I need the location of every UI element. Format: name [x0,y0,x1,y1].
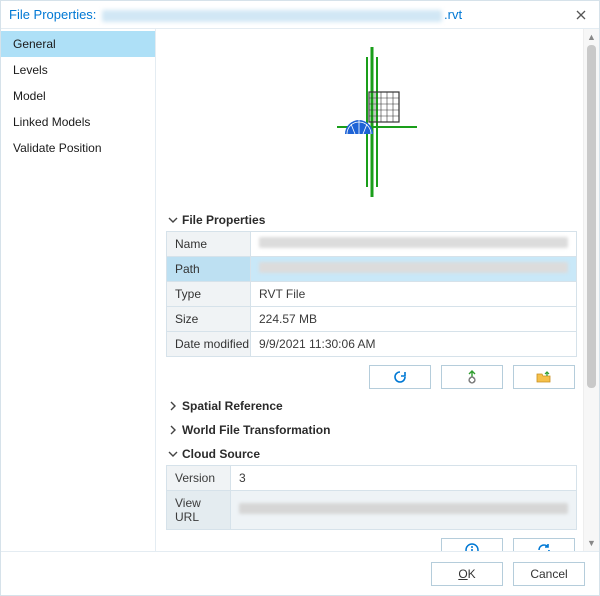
row-date: Date modified 9/9/2021 11:30:06 AM [167,332,577,357]
sidebar-item-label: Linked Models [13,115,90,129]
prop-value-type: RVT File [251,282,577,307]
title-redacted [102,10,442,22]
ok-label: OK [458,567,475,581]
export-button[interactable] [441,365,503,389]
sidebar: General Levels Model Linked Models Valid… [1,29,156,551]
main-panel: File Properties Name Path Type RVT File [156,29,599,551]
vertical-scrollbar[interactable]: ▲ ▼ [583,29,599,551]
info-button[interactable] [441,538,503,551]
chevron-right-icon [168,425,178,435]
sync-icon [536,542,552,551]
scroll-up-arrow[interactable]: ▲ [584,29,599,45]
dialog-title: File Properties: .rvt [9,7,462,22]
titlebar: File Properties: .rvt [1,1,599,29]
file-properties-table: Name Path Type RVT File Size 224.57 MB [166,231,577,357]
section-title: Spatial Reference [182,399,283,413]
chevron-down-icon [168,215,178,225]
open-folder-button[interactable] [513,365,575,389]
preview-thumbnail [307,42,437,202]
row-version: Version 3 [167,466,577,491]
section-file-properties-header[interactable]: File Properties [166,207,577,231]
prop-label: Version [167,466,231,491]
cloud-button-row [166,538,575,551]
scroll-thumb[interactable] [587,45,596,388]
prop-label: Name [167,232,251,257]
file-preview [166,37,577,207]
title-prefix: File Properties: [9,7,100,22]
section-title: File Properties [182,213,265,227]
row-size: Size 224.57 MB [167,307,577,332]
section-world-file-header[interactable]: World File Transformation [166,417,577,441]
prop-label: Date modified [167,332,251,357]
chevron-down-icon [168,449,178,459]
sidebar-item-model[interactable]: Model [1,83,155,109]
sidebar-item-levels[interactable]: Levels [1,57,155,83]
section-cloud-source-header[interactable]: Cloud Source [166,441,577,465]
folder-open-icon [536,369,552,385]
prop-label: Path [167,257,251,282]
refresh-icon [392,369,408,385]
prop-label: Size [167,307,251,332]
section-title: Cloud Source [182,447,260,461]
cancel-button[interactable]: Cancel [513,562,585,586]
dialog-body: General Levels Model Linked Models Valid… [1,29,599,551]
prop-value-view-url [231,491,577,530]
file-properties-dialog: File Properties: .rvt General Levels Mod… [0,0,600,596]
scroll-track[interactable] [584,45,599,535]
export-gear-icon [464,369,480,385]
row-path[interactable]: Path [167,257,577,282]
redacted-text [259,237,568,248]
prop-value-size: 224.57 MB [251,307,577,332]
prop-value-path [251,257,577,282]
info-icon [464,542,480,551]
row-view-url: View URL [167,491,577,530]
file-props-button-row [166,365,575,389]
ok-button[interactable]: OK [431,562,503,586]
chevron-right-icon [168,401,178,411]
prop-label: Type [167,282,251,307]
scroll-down-arrow[interactable]: ▼ [584,535,599,551]
close-button[interactable] [571,5,591,25]
prop-label: View URL [167,491,231,530]
redacted-text [259,262,568,273]
redacted-text [239,503,568,514]
title-suffix: .rvt [444,7,462,22]
sidebar-item-linked-models[interactable]: Linked Models [1,109,155,135]
section-spatial-reference-header[interactable]: Spatial Reference [166,393,577,417]
row-name: Name [167,232,577,257]
sidebar-item-label: Validate Position [13,141,102,155]
section-title: World File Transformation [182,423,330,437]
sidebar-item-label: Model [13,89,46,103]
prop-value-name [251,232,577,257]
cancel-label: Cancel [530,567,567,581]
sidebar-item-general[interactable]: General [1,31,155,57]
dialog-footer: OK Cancel [1,551,599,595]
prop-value-version: 3 [231,466,577,491]
main-content: File Properties Name Path Type RVT File [156,29,583,551]
close-icon [576,10,586,20]
sidebar-item-label: General [13,37,56,51]
sidebar-item-label: Levels [13,63,48,77]
prop-value-date: 9/9/2021 11:30:06 AM [251,332,577,357]
sidebar-item-validate-position[interactable]: Validate Position [1,135,155,161]
cloud-source-table: Version 3 View URL [166,465,577,530]
refresh-button[interactable] [369,365,431,389]
sync-button[interactable] [513,538,575,551]
row-type: Type RVT File [167,282,577,307]
